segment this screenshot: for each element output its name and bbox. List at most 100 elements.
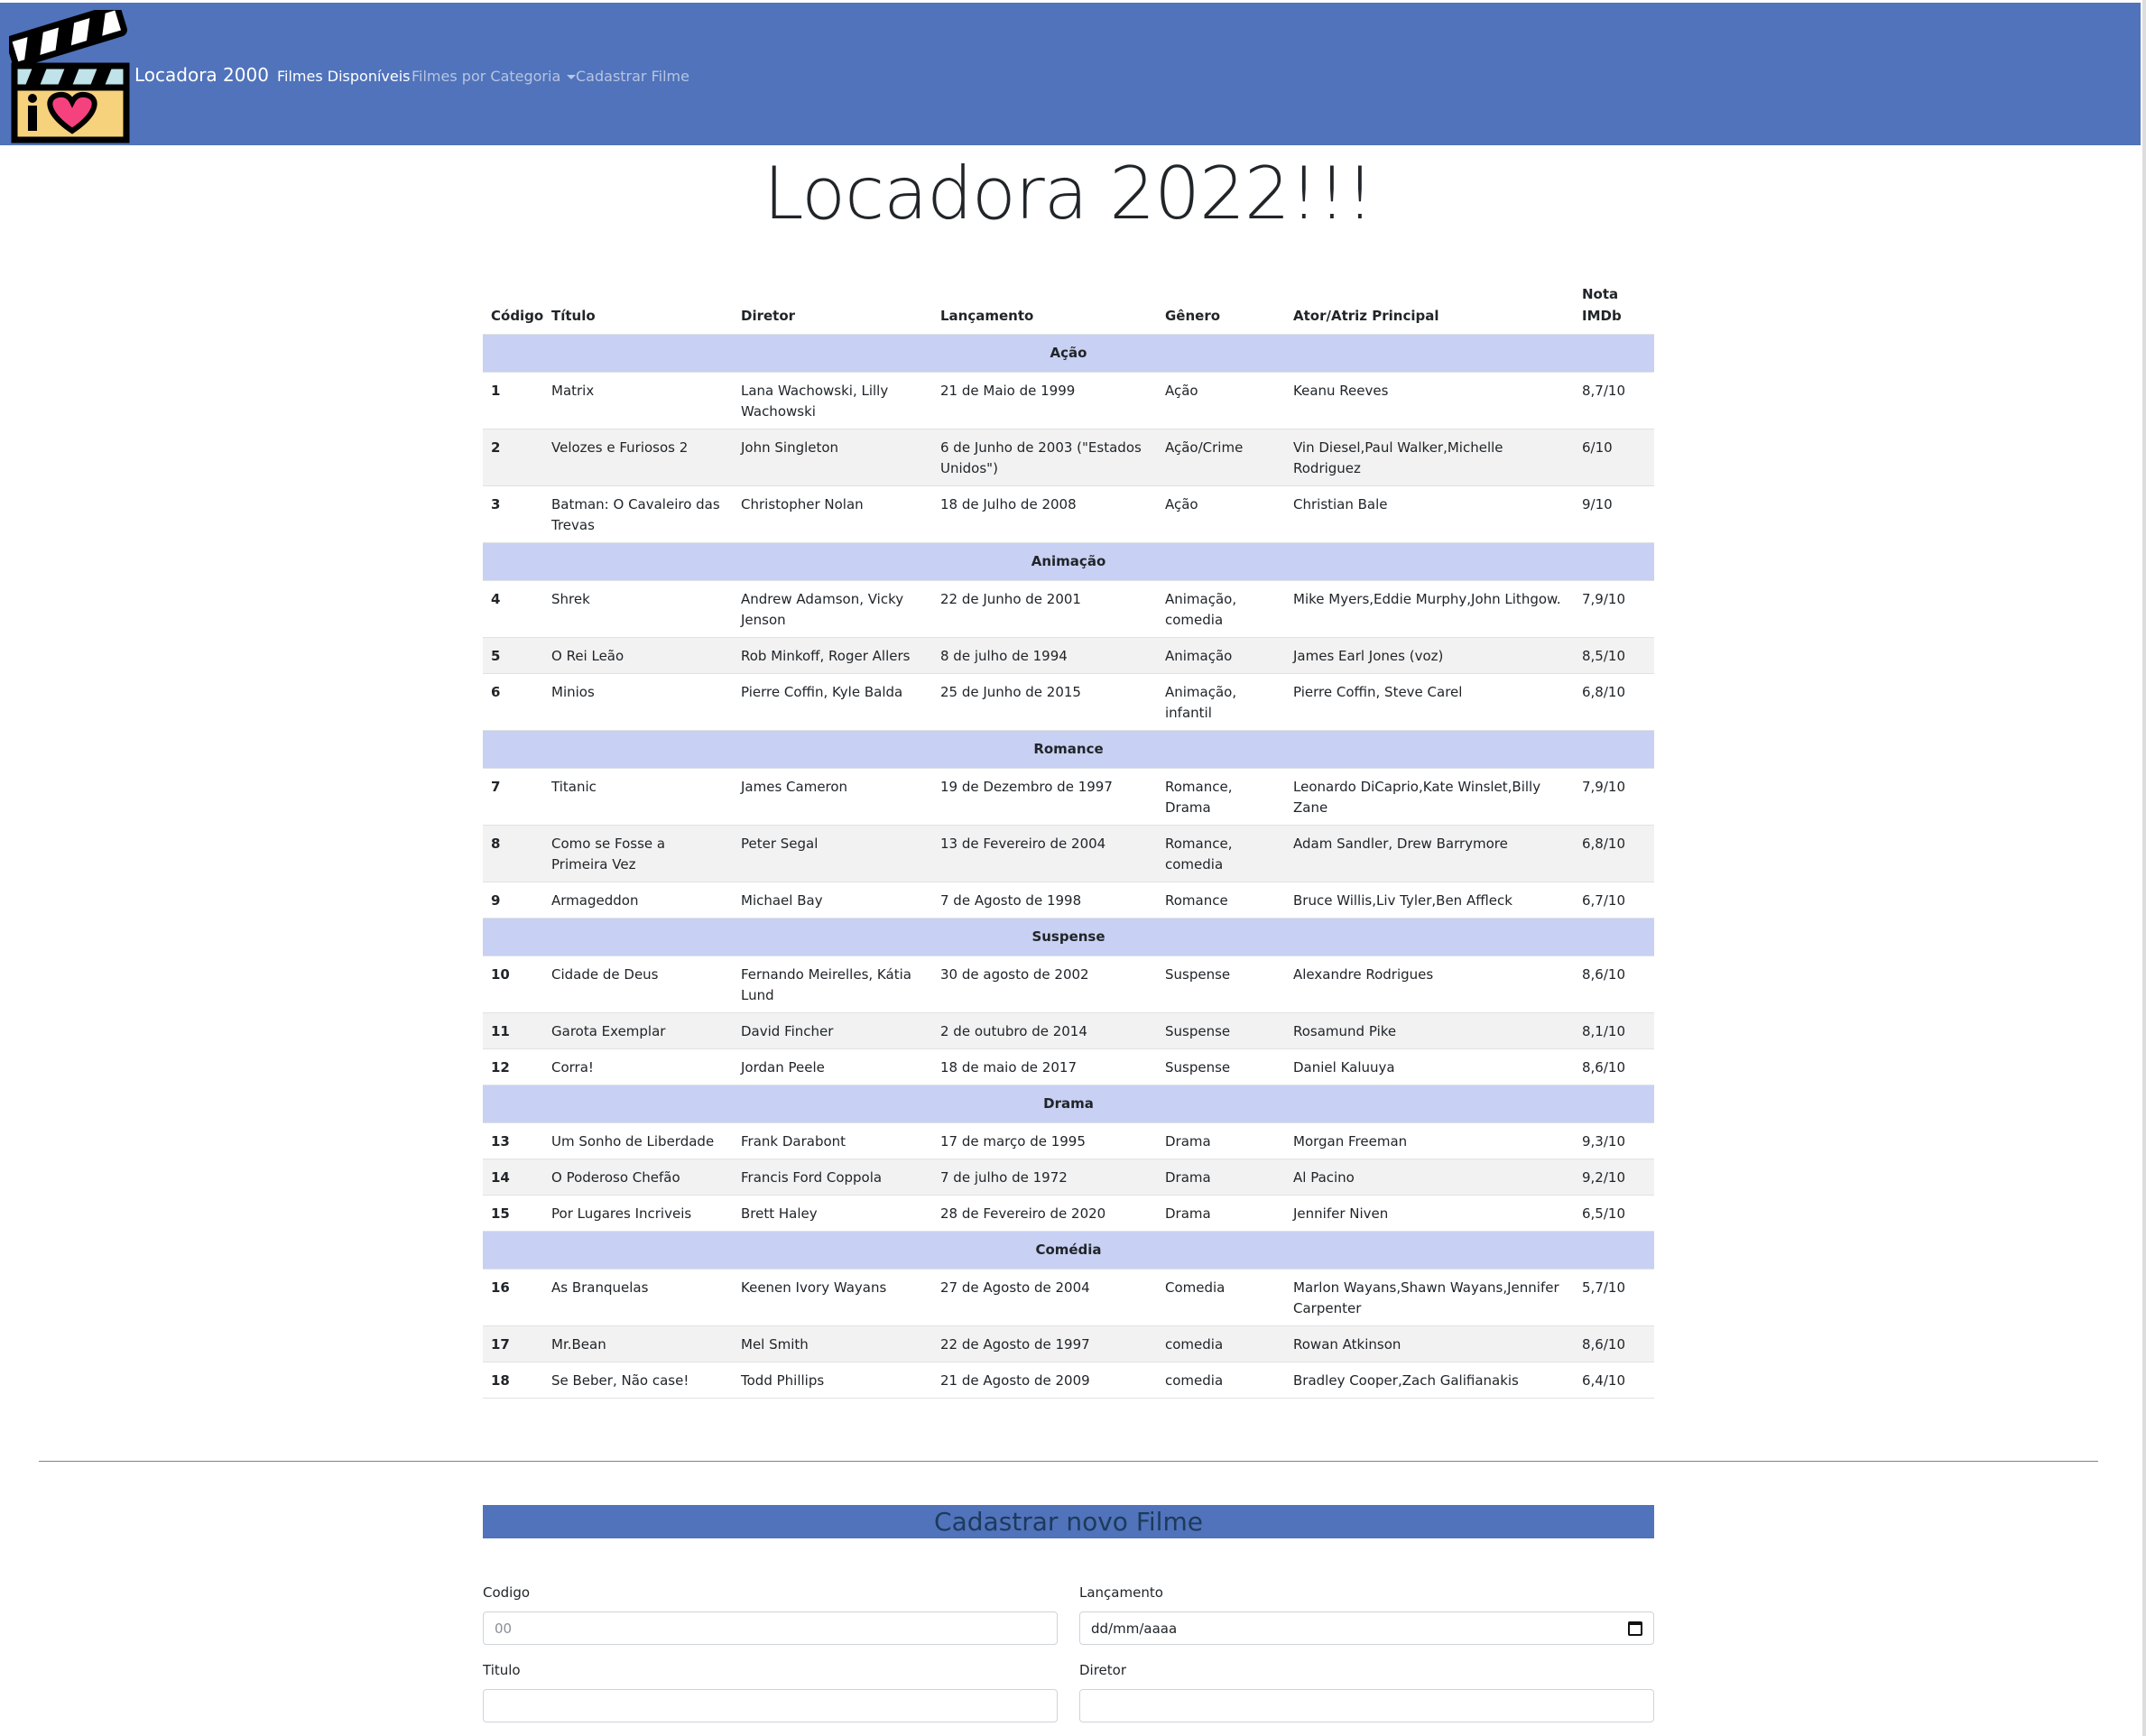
clapperboard-heart-icon[interactable] xyxy=(9,10,132,143)
table-row: 18 Se Beber, Não case! Todd Phillips 21 de … xyxy=(483,1362,1654,1399)
cell-codigo: 16 xyxy=(483,1269,543,1326)
cell-titulo: Garota Exemplar xyxy=(543,1012,733,1049)
cell-diretor: Michael Bay xyxy=(733,882,932,919)
table-body: Ação 1 Matrix Lana Wachowski, Lilly Wachows… xyxy=(483,334,1654,1399)
lancamento-date-input[interactable]: dd/mm/aaaa xyxy=(1079,1611,1654,1645)
movies-table: Código Título Diretor Lançamento Gênero … xyxy=(483,278,1654,1399)
calendar-icon[interactable] xyxy=(1628,1621,1642,1636)
table-row: 5O Rei Leão Rob Minkoff, Roger Allers 8 de… xyxy=(483,637,1654,674)
cell-codigo: 12 xyxy=(483,1048,543,1085)
cell-titulo: Como se Fosse a Primeira Vez xyxy=(543,825,733,882)
table-row: 15 Por Lugares Incriveis Brett Haley 28 de … xyxy=(483,1195,1654,1232)
titulo-input[interactable] xyxy=(483,1689,1058,1722)
cell-titulo: Titanic xyxy=(543,768,733,826)
cell-lancamento: 25 de Junho de 2015 xyxy=(932,673,1157,731)
cell-titulo: Por Lugares Incriveis xyxy=(543,1195,733,1232)
cell-codigo: 17 xyxy=(483,1325,543,1362)
cell-lancamento: 7 de julho de 1972 xyxy=(932,1159,1157,1196)
cell-nota: 6,8/10 xyxy=(1574,673,1654,731)
cell-diretor: Peter Segal xyxy=(733,825,932,882)
cell-genero: Animação xyxy=(1157,637,1285,674)
cell-genero: Drama xyxy=(1157,1122,1285,1159)
cell-ator: Al Pacino xyxy=(1285,1159,1574,1196)
cell-lancamento: 17 de março de 1995 xyxy=(932,1122,1157,1159)
category-row: Suspense xyxy=(483,918,1654,956)
cell-diretor: Todd Phillips xyxy=(733,1362,932,1399)
cell-lancamento: 18 de Julho de 2008 xyxy=(932,485,1157,543)
cell-codigo: 1 xyxy=(483,372,543,429)
cell-nota: 7,9/10 xyxy=(1574,768,1654,826)
cell-lancamento: 22 de Junho de 2001 xyxy=(932,580,1157,638)
cell-ator: Vin Diesel,Paul Walker,Michelle Rodrigue… xyxy=(1285,429,1574,486)
top-navbar: Locadora 2000 Filmes Disponíveis Filmes … xyxy=(0,3,2141,145)
category-row: Drama xyxy=(483,1085,1654,1123)
cell-diretor: Pierre Coffin, Kyle Balda xyxy=(733,673,932,731)
table-row: 7 Titanic James Cameron 19 de Dezembro de 1… xyxy=(483,768,1654,826)
cell-codigo: 5 xyxy=(483,637,543,674)
table-row: 14 O Poderoso Chefão Francis Ford Coppola 7… xyxy=(483,1159,1654,1196)
scrollbar[interactable] xyxy=(2142,0,2146,1736)
cell-diretor: Mel Smith xyxy=(733,1325,932,1362)
cell-codigo: 3 xyxy=(483,485,543,543)
cell-nota: 6/10 xyxy=(1574,429,1654,486)
cell-titulo: Shrek xyxy=(543,580,733,638)
cell-ator: Pierre Coffin, Steve Carel xyxy=(1285,673,1574,731)
table-row: 4 Shrek Andrew Adamson, Vicky Jenson 22 de … xyxy=(483,580,1654,638)
cell-ator: Adam Sandler, Drew Barrymore xyxy=(1285,825,1574,882)
cell-codigo: 9 xyxy=(483,882,543,919)
cell-titulo: Batman: O Cavaleiro das Trevas xyxy=(543,485,733,543)
cell-titulo: As Branquelas xyxy=(543,1269,733,1326)
cell-diretor: Fernando Meirelles, Kátia Lund xyxy=(733,956,932,1013)
cell-diretor: Frank Darabont xyxy=(733,1122,932,1159)
nav-filmes-por-categoria[interactable]: Filmes por Categoria xyxy=(412,68,577,85)
cell-genero: Suspense xyxy=(1157,1012,1285,1049)
cell-lancamento: 2 de outubro de 2014 xyxy=(932,1012,1157,1049)
cell-diretor: Jordan Peele xyxy=(733,1048,932,1085)
cell-diretor: Christopher Nolan xyxy=(733,485,932,543)
cell-diretor: John Singleton xyxy=(733,429,932,486)
table-row: 10 Cidade de Deus Fernando Meirelles, Káti… xyxy=(483,956,1654,1013)
cell-genero: Animação, comedia xyxy=(1157,580,1285,638)
table-row: 16 As Branquelas Keenen Ivory Wayans 27 de … xyxy=(483,1269,1654,1326)
cell-titulo: Armageddon xyxy=(543,882,733,919)
cell-genero: Suspense xyxy=(1157,956,1285,1013)
cell-titulo: Minios xyxy=(543,673,733,731)
diretor-input[interactable] xyxy=(1079,1689,1654,1722)
table-row: 17 Mr.Bean Mel Smith 22 de Agosto de 1997 co… xyxy=(483,1325,1654,1362)
cell-diretor: Rob Minkoff, Roger Allers xyxy=(733,637,932,674)
cell-lancamento: 19 de Dezembro de 1997 xyxy=(932,768,1157,826)
cell-ator: Alexandre Rodrigues xyxy=(1285,956,1574,1013)
cell-nota: 6,5/10 xyxy=(1574,1195,1654,1232)
cell-ator: Leonardo DiCaprio,Kate Winslet,Billy Zan… xyxy=(1285,768,1574,826)
cell-nota: 9/10 xyxy=(1574,485,1654,543)
cell-lancamento: 13 de Fevereiro de 2004 xyxy=(932,825,1157,882)
table-row: 9 Armageddon Michael Bay 7 de Agosto de 199… xyxy=(483,882,1654,919)
brand-name[interactable]: Locadora 2000 xyxy=(134,64,269,86)
category-row: Romance xyxy=(483,730,1654,769)
cell-codigo: 2 xyxy=(483,429,543,486)
cell-codigo: 14 xyxy=(483,1159,543,1196)
cell-titulo: Matrix xyxy=(543,372,733,429)
header-lancamento: Lançamento xyxy=(940,308,1034,324)
form-title: Cadastrar novo Filme xyxy=(483,1505,1654,1538)
cell-titulo: Corra! xyxy=(543,1048,733,1085)
nav-cadastrar-filme[interactable]: Cadastrar Filme xyxy=(576,68,689,85)
category-name: Suspense xyxy=(483,918,1654,956)
cell-codigo: 6 xyxy=(483,673,543,731)
nav-filmes-disponiveis[interactable]: Filmes Disponíveis xyxy=(277,68,411,85)
category-name: Drama xyxy=(483,1085,1654,1123)
cell-codigo: 15 xyxy=(483,1195,543,1232)
cell-titulo: Mr.Bean xyxy=(543,1325,733,1362)
chevron-down-icon xyxy=(567,75,577,79)
cell-nota: 6,7/10 xyxy=(1574,882,1654,919)
cell-titulo: O Rei Leão xyxy=(543,637,733,674)
table-row: 6 Minios Pierre Coffin, Kyle Balda 25 de Ju… xyxy=(483,673,1654,731)
cell-nota: 5,7/10 xyxy=(1574,1269,1654,1326)
cell-ator: Morgan Freeman xyxy=(1285,1122,1574,1159)
table-row: 13 Um Sonho de Liberdade Frank Darabont 17 … xyxy=(483,1122,1654,1159)
cell-lancamento: 21 de Maio de 1999 xyxy=(932,372,1157,429)
cell-diretor: Andrew Adamson, Vicky Jenson xyxy=(733,580,932,638)
codigo-input[interactable] xyxy=(483,1611,1058,1645)
table-row: 12 Corra! Jordan Peele 18 de maio de 2017 Su… xyxy=(483,1048,1654,1085)
cell-diretor: Francis Ford Coppola xyxy=(733,1159,932,1196)
